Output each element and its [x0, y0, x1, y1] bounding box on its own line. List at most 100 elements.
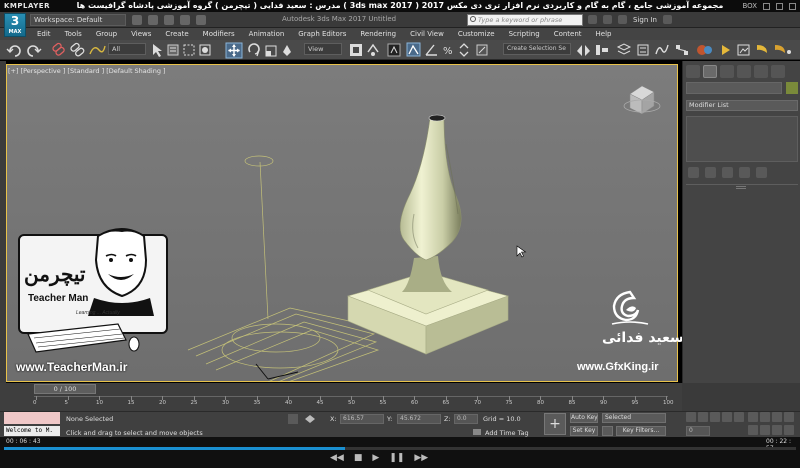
player-pause-icon[interactable]: ❚❚: [389, 453, 404, 463]
menu-civil-view[interactable]: Civil View: [403, 28, 451, 40]
snaps-toggle-icon[interactable]: [406, 42, 421, 57]
menu-group[interactable]: Group: [89, 28, 124, 40]
hierarchy-tab-icon[interactable]: [720, 65, 734, 78]
reference-coordinate-dropdown[interactable]: View: [304, 43, 342, 55]
go-to-end-icon[interactable]: [734, 412, 744, 422]
time-slider[interactable]: 0 / 100: [34, 384, 96, 394]
player-play-icon[interactable]: ▶: [372, 453, 379, 463]
player-box-label[interactable]: BOX: [742, 2, 757, 10]
save-file-icon[interactable]: [164, 15, 174, 25]
zoom-extents-all-icon[interactable]: [784, 412, 794, 422]
workspace-dropdown[interactable]: Workspace: Default: [30, 14, 126, 26]
star-icon[interactable]: [603, 15, 612, 24]
pivot-center-icon[interactable]: [350, 44, 362, 56]
search-input[interactable]: Type a keyword or phrase: [467, 14, 583, 26]
percent-snap-icon[interactable]: %: [443, 46, 453, 57]
redo-icon[interactable]: [196, 15, 206, 25]
pin-stack-icon[interactable]: [688, 167, 699, 178]
menu-create[interactable]: Create: [158, 28, 195, 40]
schematic-view-icon[interactable]: [676, 45, 688, 55]
undo-icon[interactable]: [6, 45, 21, 57]
motion-tab-icon[interactable]: [737, 65, 751, 78]
object-name-field[interactable]: [686, 82, 782, 94]
selected-set-dropdown[interactable]: Selected: [602, 413, 666, 423]
object-color-swatch[interactable]: [786, 82, 798, 94]
curve-editor-icon[interactable]: [655, 44, 669, 55]
x-coordinate-field[interactable]: 616.57: [340, 414, 384, 424]
menu-tools[interactable]: Tools: [58, 28, 89, 40]
binoculars-icon[interactable]: [588, 15, 597, 24]
close-icon[interactable]: [789, 2, 796, 10]
orbit-icon[interactable]: [772, 425, 782, 435]
maximize-icon[interactable]: [776, 2, 783, 10]
menu-help[interactable]: Help: [589, 28, 619, 40]
select-rotate-icon[interactable]: [248, 43, 260, 57]
material-editor-icon[interactable]: [697, 45, 712, 55]
key-filters-button[interactable]: Key Filters...: [616, 426, 666, 436]
rect-selection-icon[interactable]: [183, 44, 195, 56]
undo-icon[interactable]: [180, 15, 190, 25]
menu-graph-editors[interactable]: Graph Editors: [291, 28, 353, 40]
new-file-icon[interactable]: [132, 15, 142, 25]
menu-views[interactable]: Views: [124, 28, 158, 40]
selection-filter-dropdown[interactable]: All: [108, 43, 146, 55]
select-scale-icon[interactable]: [265, 45, 277, 57]
time-tag-icon[interactable]: [473, 429, 481, 435]
maxscript-mini-listener[interactable]: [4, 412, 60, 424]
create-tab-icon[interactable]: [686, 65, 700, 78]
set-key-big-button[interactable]: +: [544, 413, 566, 435]
modifier-list-dropdown[interactable]: Modifier List: [686, 100, 798, 111]
absolute-mode-icon[interactable]: [305, 415, 315, 423]
help-icon[interactable]: [663, 15, 672, 24]
select-move-icon[interactable]: [225, 42, 243, 59]
menu-content[interactable]: Content: [547, 28, 589, 40]
bind-space-warp-icon[interactable]: [89, 45, 106, 55]
minimize-icon[interactable]: [763, 2, 770, 10]
zoom-extents-icon[interactable]: [772, 412, 782, 422]
render-setup-icon[interactable]: [722, 45, 730, 55]
player-stop-icon[interactable]: ■: [354, 453, 363, 463]
z-coordinate-field[interactable]: 0.0: [454, 414, 478, 424]
pan-view-icon[interactable]: [760, 425, 770, 435]
window-crossing-icon[interactable]: [199, 44, 211, 56]
scene-explorer-icon[interactable]: [637, 44, 649, 56]
y-coordinate-field[interactable]: 45.672: [397, 414, 441, 424]
auto-key-button[interactable]: Auto Key: [570, 413, 598, 423]
modifier-stack[interactable]: [686, 116, 798, 162]
baluster-model[interactable]: [347, 114, 509, 355]
player-prev-icon[interactable]: ◀◀: [330, 453, 344, 463]
mirror-icon[interactable]: [577, 45, 590, 56]
app-menu-button[interactable]: 3 MAX: [4, 13, 26, 37]
render-iterative-icon[interactable]: [775, 45, 791, 54]
previous-frame-icon[interactable]: [698, 412, 708, 422]
create-selection-set-dropdown[interactable]: Create Selection Se: [503, 43, 571, 55]
menu-customize[interactable]: Customize: [451, 28, 502, 40]
rollout-grip-icon[interactable]: [736, 186, 746, 189]
current-frame-field[interactable]: 0: [686, 426, 710, 436]
open-file-icon[interactable]: [148, 15, 158, 25]
link-icon[interactable]: [52, 42, 65, 56]
sign-in-link[interactable]: Sign In: [633, 16, 657, 24]
default-tangent-icon[interactable]: [602, 426, 613, 436]
menu-modifiers[interactable]: Modifiers: [196, 28, 242, 40]
render-icon[interactable]: [757, 45, 767, 53]
field-of-view-icon[interactable]: [748, 425, 758, 435]
align-icon[interactable]: [596, 45, 608, 55]
modify-tab-icon[interactable]: [703, 65, 717, 78]
utilities-tab-icon[interactable]: [771, 65, 785, 78]
set-key-button[interactable]: Set Key: [570, 426, 598, 436]
menu-animation[interactable]: Animation: [242, 28, 292, 40]
menu-edit[interactable]: Edit: [30, 28, 58, 40]
angle-snap-icon[interactable]: [425, 44, 437, 56]
remove-modifier-icon[interactable]: [739, 167, 750, 178]
go-to-start-icon[interactable]: [686, 412, 696, 422]
make-unique-icon[interactable]: [722, 167, 733, 178]
keyboard-shortcut-icon[interactable]: [387, 43, 401, 57]
menu-scripting[interactable]: Scripting: [502, 28, 547, 40]
layer-manager-icon[interactable]: [616, 43, 632, 55]
edit-named-selection-icon[interactable]: [476, 44, 488, 56]
unlink-icon[interactable]: [70, 42, 85, 57]
place-icon[interactable]: [283, 45, 291, 56]
maximize-viewport-icon[interactable]: [784, 425, 794, 435]
play-icon[interactable]: [710, 412, 720, 422]
